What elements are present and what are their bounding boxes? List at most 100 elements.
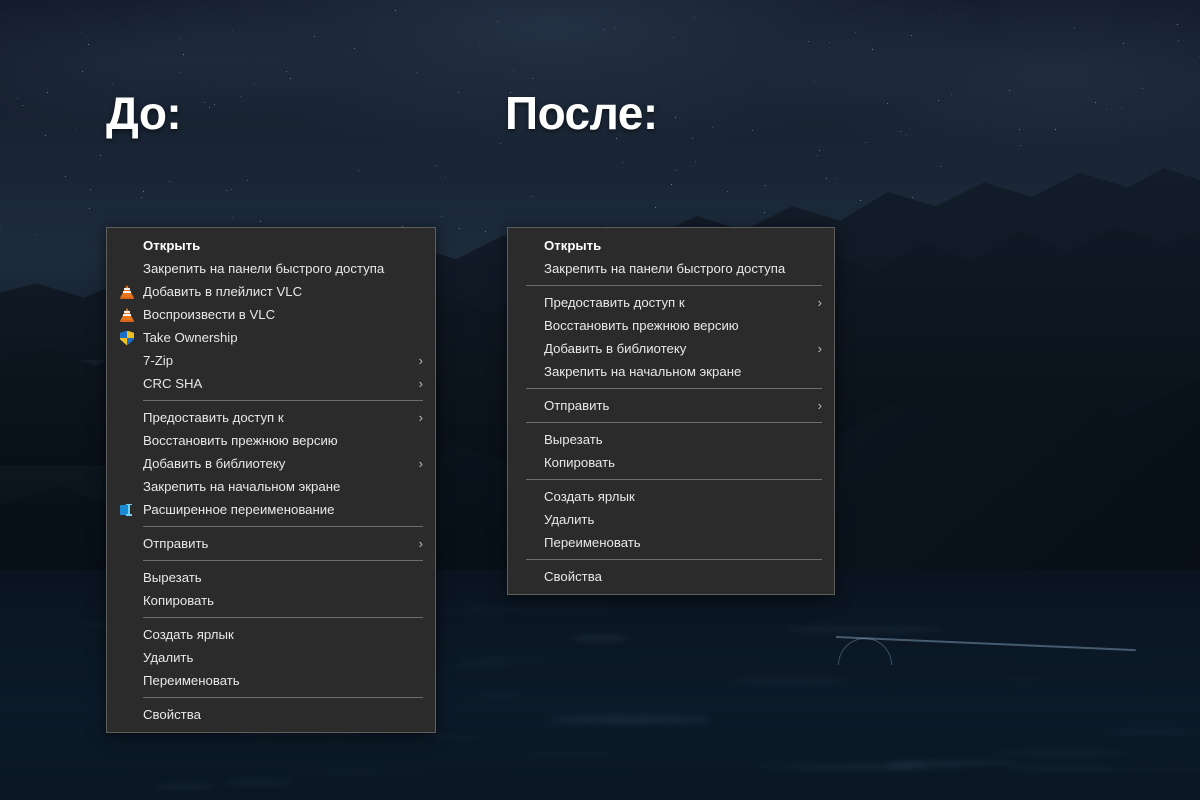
icon-placeholder xyxy=(520,238,536,254)
menu-item-label: Переименовать xyxy=(544,535,641,550)
menu-item[interactable]: Добавить в плейлист VLC› xyxy=(107,280,435,303)
menu-item[interactable]: Открыть› xyxy=(508,234,834,257)
menu-item[interactable]: Переименовать› xyxy=(107,669,435,692)
icon-placeholder xyxy=(520,569,536,585)
menu-separator xyxy=(143,526,423,527)
icon-placeholder xyxy=(520,318,536,334)
menu-item-label: Закрепить на панели быстрого доступа xyxy=(143,261,385,276)
menu-item[interactable]: Закрепить на начальном экране› xyxy=(107,475,435,498)
icon-placeholder xyxy=(119,376,135,392)
menu-group: Вырезать›Копировать› xyxy=(107,566,435,612)
menu-item[interactable]: Свойства› xyxy=(508,565,834,588)
menu-item[interactable]: Удалить› xyxy=(508,508,834,531)
menu-item[interactable]: Добавить в библиотеку › xyxy=(508,337,834,360)
icon-placeholder xyxy=(119,261,135,277)
menu-group: Создать ярлык›Удалить›Переименовать› xyxy=(508,485,834,554)
icon-placeholder xyxy=(119,650,135,666)
menu-separator xyxy=(143,560,423,561)
icon-placeholder xyxy=(119,593,135,609)
menu-item[interactable]: Предоставить доступ к › xyxy=(508,291,834,314)
icon-placeholder xyxy=(520,341,536,357)
menu-item[interactable]: Take Ownership› xyxy=(107,326,435,349)
menu-separator xyxy=(143,400,423,401)
vlc-cone-icon xyxy=(119,307,135,323)
menu-item[interactable]: Восстановить прежнюю версию› xyxy=(508,314,834,337)
menu-item[interactable]: Расширенное переименование› xyxy=(107,498,435,521)
heading-after: После: xyxy=(505,87,658,139)
icon-placeholder xyxy=(119,353,135,369)
menu-item[interactable]: Отправить › xyxy=(107,532,435,555)
menu-item[interactable]: Закрепить на панели быстрого доступа› xyxy=(508,257,834,280)
menu-item[interactable]: Вырезать› xyxy=(107,566,435,589)
menu-item-label: Открыть xyxy=(544,238,602,253)
menu-item-label: Предоставить доступ к xyxy=(143,410,284,425)
heading-before: До: xyxy=(106,87,182,139)
menu-item[interactable]: Добавить в библиотеку › xyxy=(107,452,435,475)
chevron-right-icon: › xyxy=(817,295,822,310)
chevron-right-icon: › xyxy=(418,456,423,471)
menu-item-label: Take Ownership xyxy=(143,330,238,345)
menu-item-label: Закрепить на начальном экране xyxy=(143,479,341,494)
menu-group: Открыть›Закрепить на панели быстрого дос… xyxy=(508,234,834,280)
menu-separator xyxy=(143,617,423,618)
menu-item[interactable]: Удалить› xyxy=(107,646,435,669)
menu-item[interactable]: Вырезать› xyxy=(508,428,834,451)
menu-item-label: Создать ярлык xyxy=(143,627,234,642)
chevron-right-icon: › xyxy=(817,398,822,413)
menu-item-label: Добавить в библиотеку xyxy=(544,341,687,356)
menu-item[interactable]: Переименовать› xyxy=(508,531,834,554)
menu-item[interactable]: Свойства› xyxy=(107,703,435,726)
menu-item[interactable]: Создать ярлык› xyxy=(508,485,834,508)
menu-item[interactable]: 7-Zip › xyxy=(107,349,435,372)
menu-item-label: Предоставить доступ к xyxy=(544,295,685,310)
vlc-cone-icon xyxy=(119,284,135,300)
icon-placeholder xyxy=(119,570,135,586)
menu-item-label: Копировать xyxy=(143,593,215,608)
menu-group: Открыть›Закрепить на панели быстрого дос… xyxy=(107,234,435,395)
context-menu-after[interactable]: Открыть›Закрепить на панели быстрого дос… xyxy=(507,227,835,595)
menu-item[interactable]: Воспроизвести в VLC› xyxy=(107,303,435,326)
icon-placeholder xyxy=(119,673,135,689)
menu-item[interactable]: CRC SHA › xyxy=(107,372,435,395)
menu-item[interactable]: Закрепить на начальном экране› xyxy=(508,360,834,383)
menu-item[interactable]: Восстановить прежнюю версию› xyxy=(107,429,435,452)
icon-placeholder xyxy=(520,535,536,551)
icon-placeholder xyxy=(520,261,536,277)
menu-item[interactable]: Создать ярлык› xyxy=(107,623,435,646)
icon-placeholder xyxy=(119,238,135,254)
icon-placeholder xyxy=(520,398,536,414)
menu-item[interactable]: Открыть› xyxy=(107,234,435,257)
icon-placeholder xyxy=(520,432,536,448)
context-menu-before[interactable]: Открыть›Закрепить на панели быстрого дос… xyxy=(106,227,436,733)
menu-item-label: Воспроизвести в VLC xyxy=(143,307,276,322)
icon-placeholder xyxy=(520,455,536,471)
chevron-right-icon: › xyxy=(418,536,423,551)
menu-group: Свойства› xyxy=(508,565,834,588)
menu-item-label: 7-Zip xyxy=(143,353,174,368)
menu-group: Отправить › xyxy=(107,532,435,555)
menu-item-label: Открыть xyxy=(143,238,201,253)
chevron-right-icon: › xyxy=(418,376,423,391)
icon-placeholder xyxy=(119,410,135,426)
menu-item-label: Расширенное переименование xyxy=(143,502,335,517)
menu-item[interactable]: Закрепить на панели быстрого доступа› xyxy=(107,257,435,280)
menu-item[interactable]: Предоставить доступ к › xyxy=(107,406,435,429)
menu-item[interactable]: Копировать› xyxy=(508,451,834,474)
menu-separator xyxy=(143,697,423,698)
menu-group: Предоставить доступ к › Восстановить прежн… xyxy=(107,406,435,521)
menu-item-label: Закрепить на панели быстрого доступа xyxy=(544,261,786,276)
menu-item-label: Отправить xyxy=(143,536,209,551)
menu-item-label: Восстановить прежнюю версию xyxy=(544,318,739,333)
menu-group: Свойства› xyxy=(107,703,435,726)
menu-separator xyxy=(526,388,822,389)
icon-placeholder xyxy=(520,295,536,311)
menu-item-label: Удалить xyxy=(544,512,595,527)
menu-item-label: Удалить xyxy=(143,650,194,665)
icon-placeholder xyxy=(119,456,135,472)
chevron-right-icon: › xyxy=(418,410,423,425)
menu-item[interactable]: Отправить › xyxy=(508,394,834,417)
bridge-icon xyxy=(835,636,1136,670)
menu-group: Вырезать›Копировать› xyxy=(508,428,834,474)
menu-separator xyxy=(526,559,822,560)
menu-item[interactable]: Копировать› xyxy=(107,589,435,612)
